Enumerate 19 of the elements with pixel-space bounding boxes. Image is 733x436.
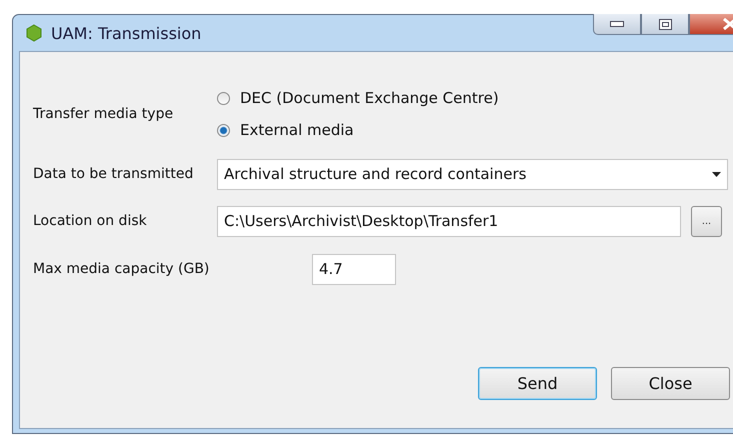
hexagon-logo-icon — [25, 24, 43, 42]
capacity-input[interactable]: 4.7 — [312, 254, 396, 284]
browse-button[interactable]: ... — [691, 206, 722, 236]
radio-option[interactable]: DEC (Document Exchange Centre) — [217, 89, 499, 107]
dialog-button[interactable]: Send — [478, 367, 597, 400]
maximize-button[interactable] — [641, 14, 689, 35]
dropdown-field[interactable]: Archival structure and record containers — [217, 158, 728, 190]
field-label: Data to be transmitted — [33, 166, 194, 182]
field-label: Max media capacity (GB) — [33, 261, 210, 277]
field-label: Transfer media type — [33, 106, 174, 122]
window-title: UAM: Transmission — [51, 24, 202, 42]
dropdown-arrow-icon — [712, 172, 721, 176]
field-label: Location on disk — [33, 213, 148, 229]
radio-option[interactable]: External media — [217, 121, 499, 139]
minimize-icon — [610, 21, 624, 27]
dialog-button[interactable]: Close — [611, 367, 730, 400]
maximize-icon — [658, 18, 672, 30]
path-input[interactable]: C:\Users\Archivist\Desktop\Transfer1 — [217, 206, 681, 236]
minimize-button[interactable] — [593, 14, 641, 35]
